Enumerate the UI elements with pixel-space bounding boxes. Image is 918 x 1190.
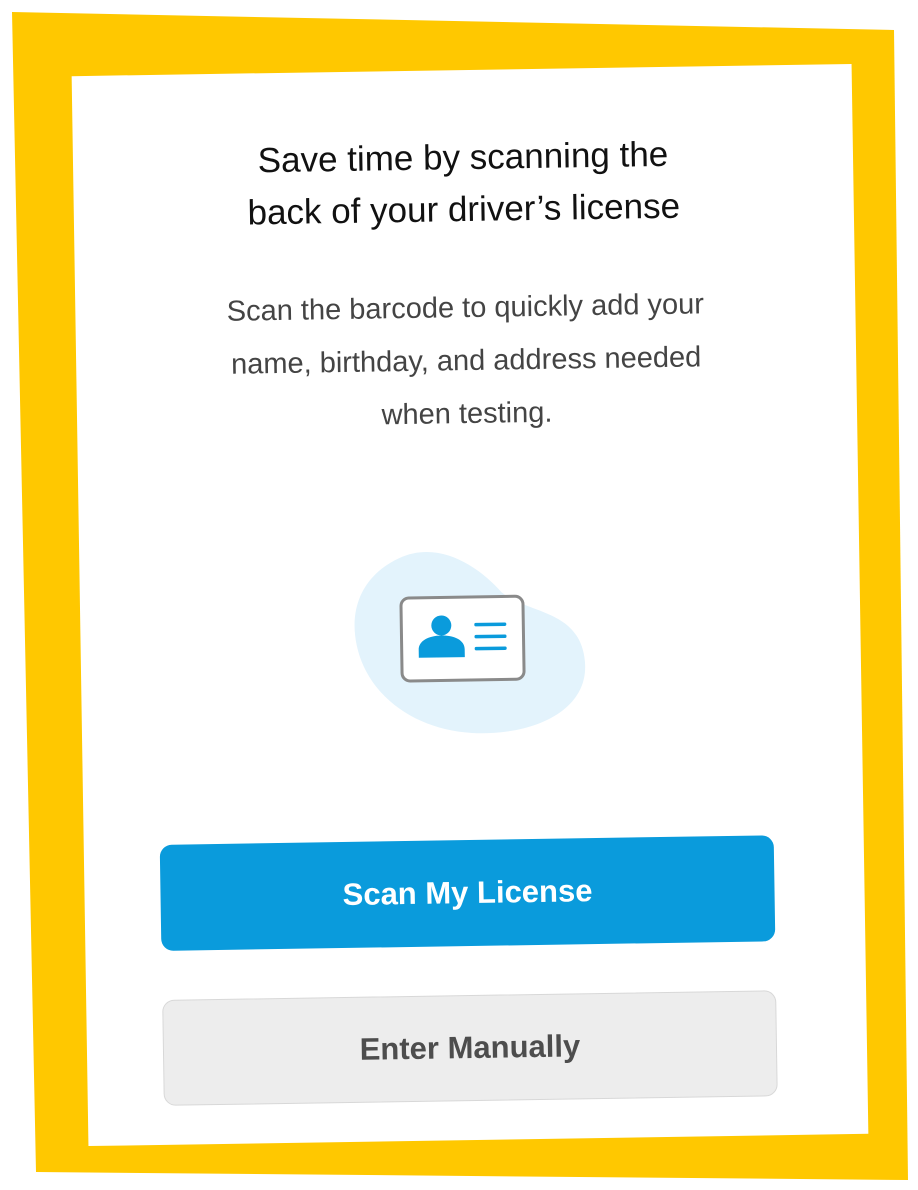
description: Scan the barcode to quickly add your nam… — [75, 276, 857, 447]
description-line-3: when testing. — [381, 396, 553, 432]
scan-license-button[interactable]: Scan My License — [159, 835, 776, 951]
page-title: Save time by scanning the back of your d… — [73, 126, 855, 242]
content-card: Save time by scanning the back of your d… — [71, 63, 869, 1147]
id-card-icon — [399, 594, 526, 683]
title-line-2: back of your driver’s license — [247, 186, 681, 233]
enter-manually-button[interactable]: Enter Manually — [162, 990, 778, 1106]
screen: Save time by scanning the back of your d… — [0, 0, 918, 1190]
id-card-illustration — [354, 552, 585, 734]
